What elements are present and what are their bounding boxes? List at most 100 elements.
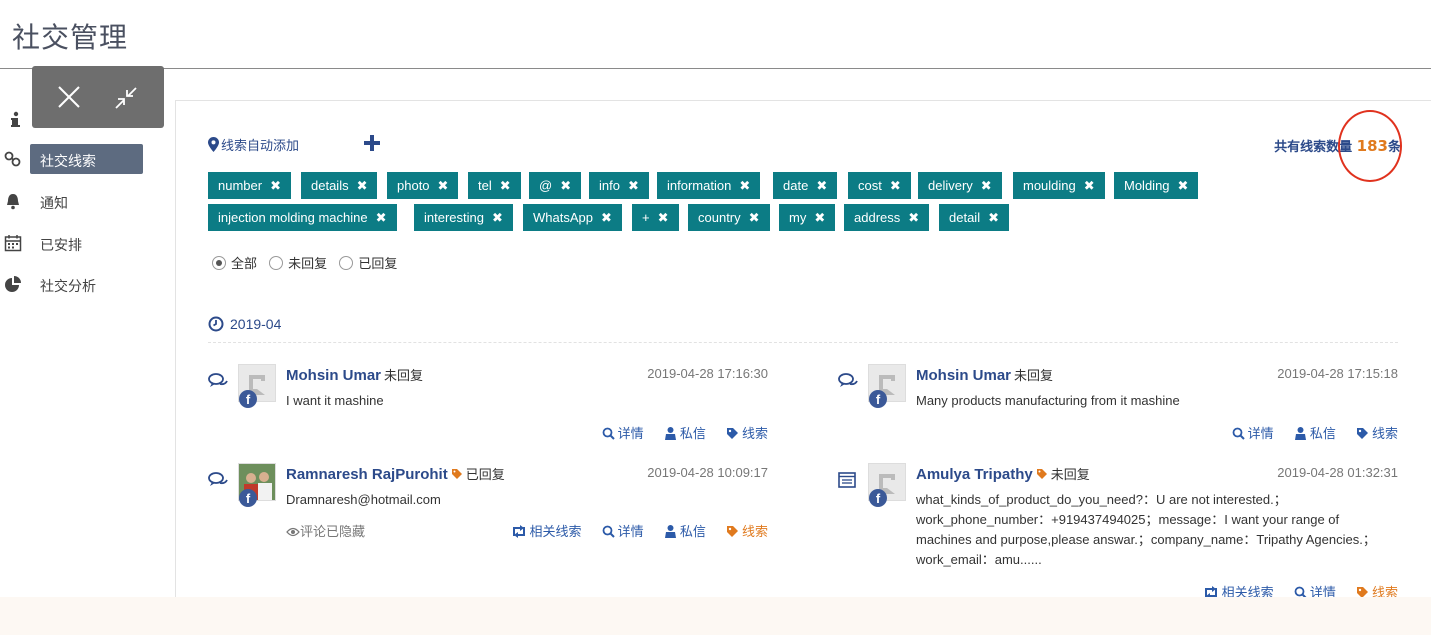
message-button[interactable]: 私信 — [664, 521, 706, 540]
keyword-tag[interactable]: number ✖ — [208, 172, 291, 199]
post-actions: 相关线索 详情 私信 线索 — [495, 521, 768, 540]
action-label: 详情 — [617, 427, 644, 442]
keyword-tag[interactable]: @ ✖ — [529, 172, 582, 199]
map-pin-icon — [208, 137, 219, 152]
hidden-note-label: 评论已隐藏 — [300, 525, 366, 540]
post-author[interactable]: Mohsin Umar 未回复 — [286, 365, 423, 384]
comment-icon — [208, 471, 228, 489]
remove-tag-icon[interactable]: ✖ — [601, 210, 612, 226]
message-button[interactable]: 私信 — [664, 423, 706, 442]
remove-tag-icon[interactable]: ✖ — [908, 210, 919, 226]
collapse-icon[interactable] — [108, 80, 142, 114]
post-author[interactable]: Amulya Tripathy 未回复 — [916, 464, 1090, 483]
keyword-tag[interactable]: country ✖ — [688, 204, 770, 231]
keyword-tag[interactable]: address ✖ — [844, 204, 930, 231]
sidebar-item-notifications[interactable]: 通知 — [0, 186, 150, 216]
close-icon[interactable] — [52, 80, 86, 114]
remove-tag-icon[interactable]: ✖ — [749, 210, 760, 226]
annotation-circle — [1338, 110, 1402, 182]
tag-icon — [451, 467, 463, 479]
keyword-tag[interactable]: Molding ✖ — [1114, 172, 1199, 199]
sidebar-item-label: 社交线索 — [40, 154, 96, 170]
remove-tag-icon[interactable]: ✖ — [500, 178, 511, 194]
lead-button[interactable]: 线索 — [1356, 423, 1398, 442]
link-icon — [4, 150, 22, 168]
remove-tag-icon[interactable]: ✖ — [816, 178, 827, 194]
form-icon — [838, 471, 858, 489]
remove-tag-icon[interactable]: ✖ — [981, 178, 992, 194]
sidebar-item-social-analytics[interactable]: 社交分析 — [0, 269, 150, 299]
tag-icon — [1356, 428, 1368, 439]
keyword-tag[interactable]: info ✖ — [589, 172, 649, 199]
remove-tag-icon[interactable]: ✖ — [890, 178, 901, 194]
sidebar-item-social-leads[interactable]: 社交线索 — [0, 144, 150, 174]
detail-button[interactable]: 详情 — [1232, 423, 1274, 442]
post-author[interactable]: Ramnaresh RajPurohit 已回复 — [286, 464, 505, 483]
lead-post: f Mohsin Umar 未回复 2019-04-28 17:16:30 I w… — [208, 364, 768, 446]
tag-label: WhatsApp — [533, 210, 593, 225]
tag-label: my — [789, 210, 807, 225]
remove-tag-icon[interactable]: ✖ — [357, 178, 368, 194]
keyword-tag[interactable]: moulding ✖ — [1013, 172, 1105, 199]
keyword-tag[interactable]: my ✖ — [779, 204, 836, 231]
post-actions: 详情 私信 线索 — [1216, 423, 1398, 442]
tag-label: Molding — [1124, 178, 1170, 193]
filter-unreplied-radio[interactable]: 未回复 — [269, 253, 327, 272]
remove-tag-icon[interactable]: ✖ — [988, 210, 999, 226]
lead-post: f Ramnaresh RajPurohit 已回复 2019-04-28 10:… — [208, 463, 768, 545]
keyword-tag[interactable]: interesting ✖ — [414, 204, 513, 231]
tag-label: information — [667, 178, 732, 193]
auto-add-leads-link[interactable]: 线索自动添加 — [208, 135, 299, 154]
remove-tag-icon[interactable]: ✖ — [492, 210, 503, 226]
keyword-tag[interactable]: WhatsApp ✖ — [523, 204, 622, 231]
remove-tag-icon[interactable]: ✖ — [1084, 178, 1095, 194]
sidebar-item-scheduled[interactable]: 已安排 — [0, 228, 150, 258]
retweet-icon — [512, 525, 525, 538]
filter-all-radio[interactable]: 全部 — [212, 253, 257, 272]
filter-replied-radio[interactable]: 已回复 — [339, 253, 397, 272]
keyword-tag[interactable]: delivery ✖ — [918, 172, 1002, 199]
lead-button[interactable]: 线索 — [726, 423, 768, 442]
action-label: 私信 — [1309, 427, 1336, 442]
keyword-tag[interactable]: tel ✖ — [468, 172, 521, 199]
remove-tag-icon[interactable]: ✖ — [814, 210, 825, 226]
reply-status: 已回复 — [465, 468, 505, 483]
remove-tag-icon[interactable]: ✖ — [1178, 178, 1189, 194]
keyword-tag[interactable]: detail ✖ — [939, 204, 1009, 231]
comment-icon — [838, 372, 858, 390]
remove-tag-icon[interactable]: ✖ — [376, 210, 387, 226]
remove-tag-icon[interactable]: ✖ — [560, 178, 571, 194]
remove-tag-icon[interactable]: ✖ — [658, 210, 669, 226]
keyword-tag[interactable]: + ✖ — [632, 204, 679, 231]
add-keyword-button[interactable] — [363, 134, 381, 152]
keyword-tag[interactable]: photo ✖ — [387, 172, 459, 199]
calendar-icon — [4, 234, 22, 252]
post-content: what_kinds_of_product_do_you_need?：U are… — [916, 492, 1376, 567]
tag-label: interesting — [424, 210, 484, 225]
tag-label: info — [599, 178, 620, 193]
tag-label: photo — [397, 178, 430, 193]
remove-tag-icon[interactable]: ✖ — [739, 178, 750, 194]
reply-filter: 全部 未回复 已回复 — [212, 253, 405, 272]
post-author[interactable]: Mohsin Umar 未回复 — [916, 365, 1053, 384]
keyword-tag[interactable]: details ✖ — [301, 172, 378, 199]
detail-button[interactable]: 详情 — [602, 521, 644, 540]
floating-window-controls — [32, 66, 164, 128]
filter-label: 未回复 — [288, 257, 328, 272]
reply-status: 未回复 — [1014, 369, 1054, 384]
pie-chart-icon — [4, 275, 22, 293]
lead-button[interactable]: 线索 — [726, 521, 768, 540]
tag-label: @ — [539, 178, 553, 193]
eye-icon — [286, 527, 300, 537]
remove-tag-icon[interactable]: ✖ — [628, 178, 639, 194]
bottom-fade — [0, 597, 1431, 635]
keyword-tag[interactable]: cost ✖ — [848, 172, 911, 199]
keyword-tag[interactable]: injection molding machine ✖ — [208, 204, 397, 231]
message-button[interactable]: 私信 — [1294, 423, 1336, 442]
keyword-tag[interactable]: information ✖ — [657, 172, 761, 199]
related-leads-button[interactable]: 相关线索 — [511, 521, 582, 540]
detail-button[interactable]: 详情 — [602, 423, 644, 442]
remove-tag-icon[interactable]: ✖ — [270, 178, 281, 194]
keyword-tag[interactable]: date ✖ — [773, 172, 838, 199]
remove-tag-icon[interactable]: ✖ — [438, 178, 449, 194]
